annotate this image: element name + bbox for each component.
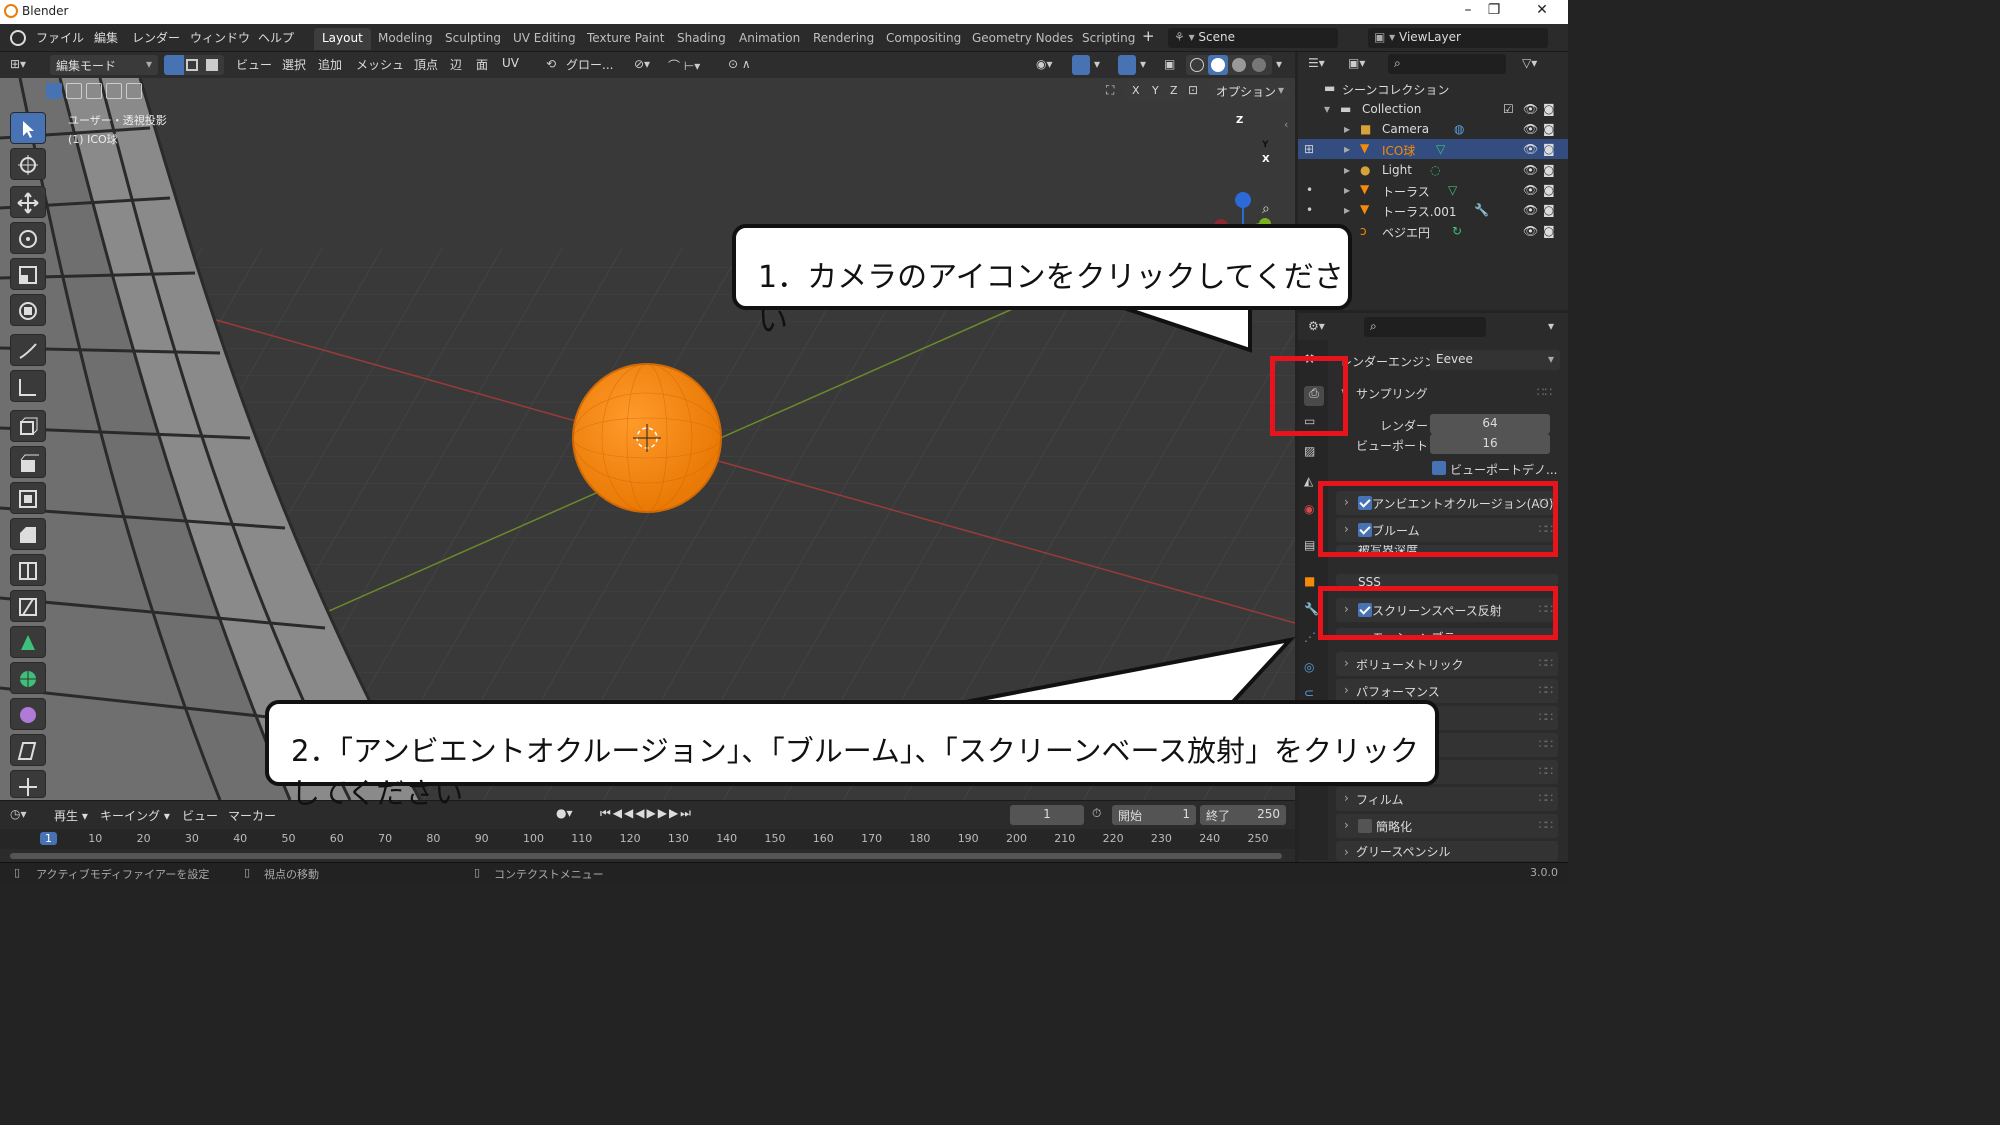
callout-step-2-text: 2．「アンビエントオクルージョン」、「ブルーム」、「スクリーンベース放射」をクリ…: [291, 734, 1419, 810]
callout-step-2: 2．「アンビエントオクルージョン」、「ブルーム」、「スクリーンベース放射」をクリ…: [265, 700, 1439, 810]
callout-step-1-text: 1．カメラのアイコンをクリックしてください: [758, 260, 1344, 339]
highlight-ao-bloom: [1318, 481, 1558, 557]
callout-step-1: 1．カメラのアイコンをクリックしてください: [732, 224, 1352, 339]
highlight-ssr: [1318, 586, 1558, 640]
highlight-render-tab: [1270, 356, 1348, 436]
callout-2-tail: [949, 636, 1296, 707]
blender-window: Blender – ❐ ✕ ファイル 編集 レンダー ウィンドウ ヘルプ Lay…: [0, 0, 1568, 882]
